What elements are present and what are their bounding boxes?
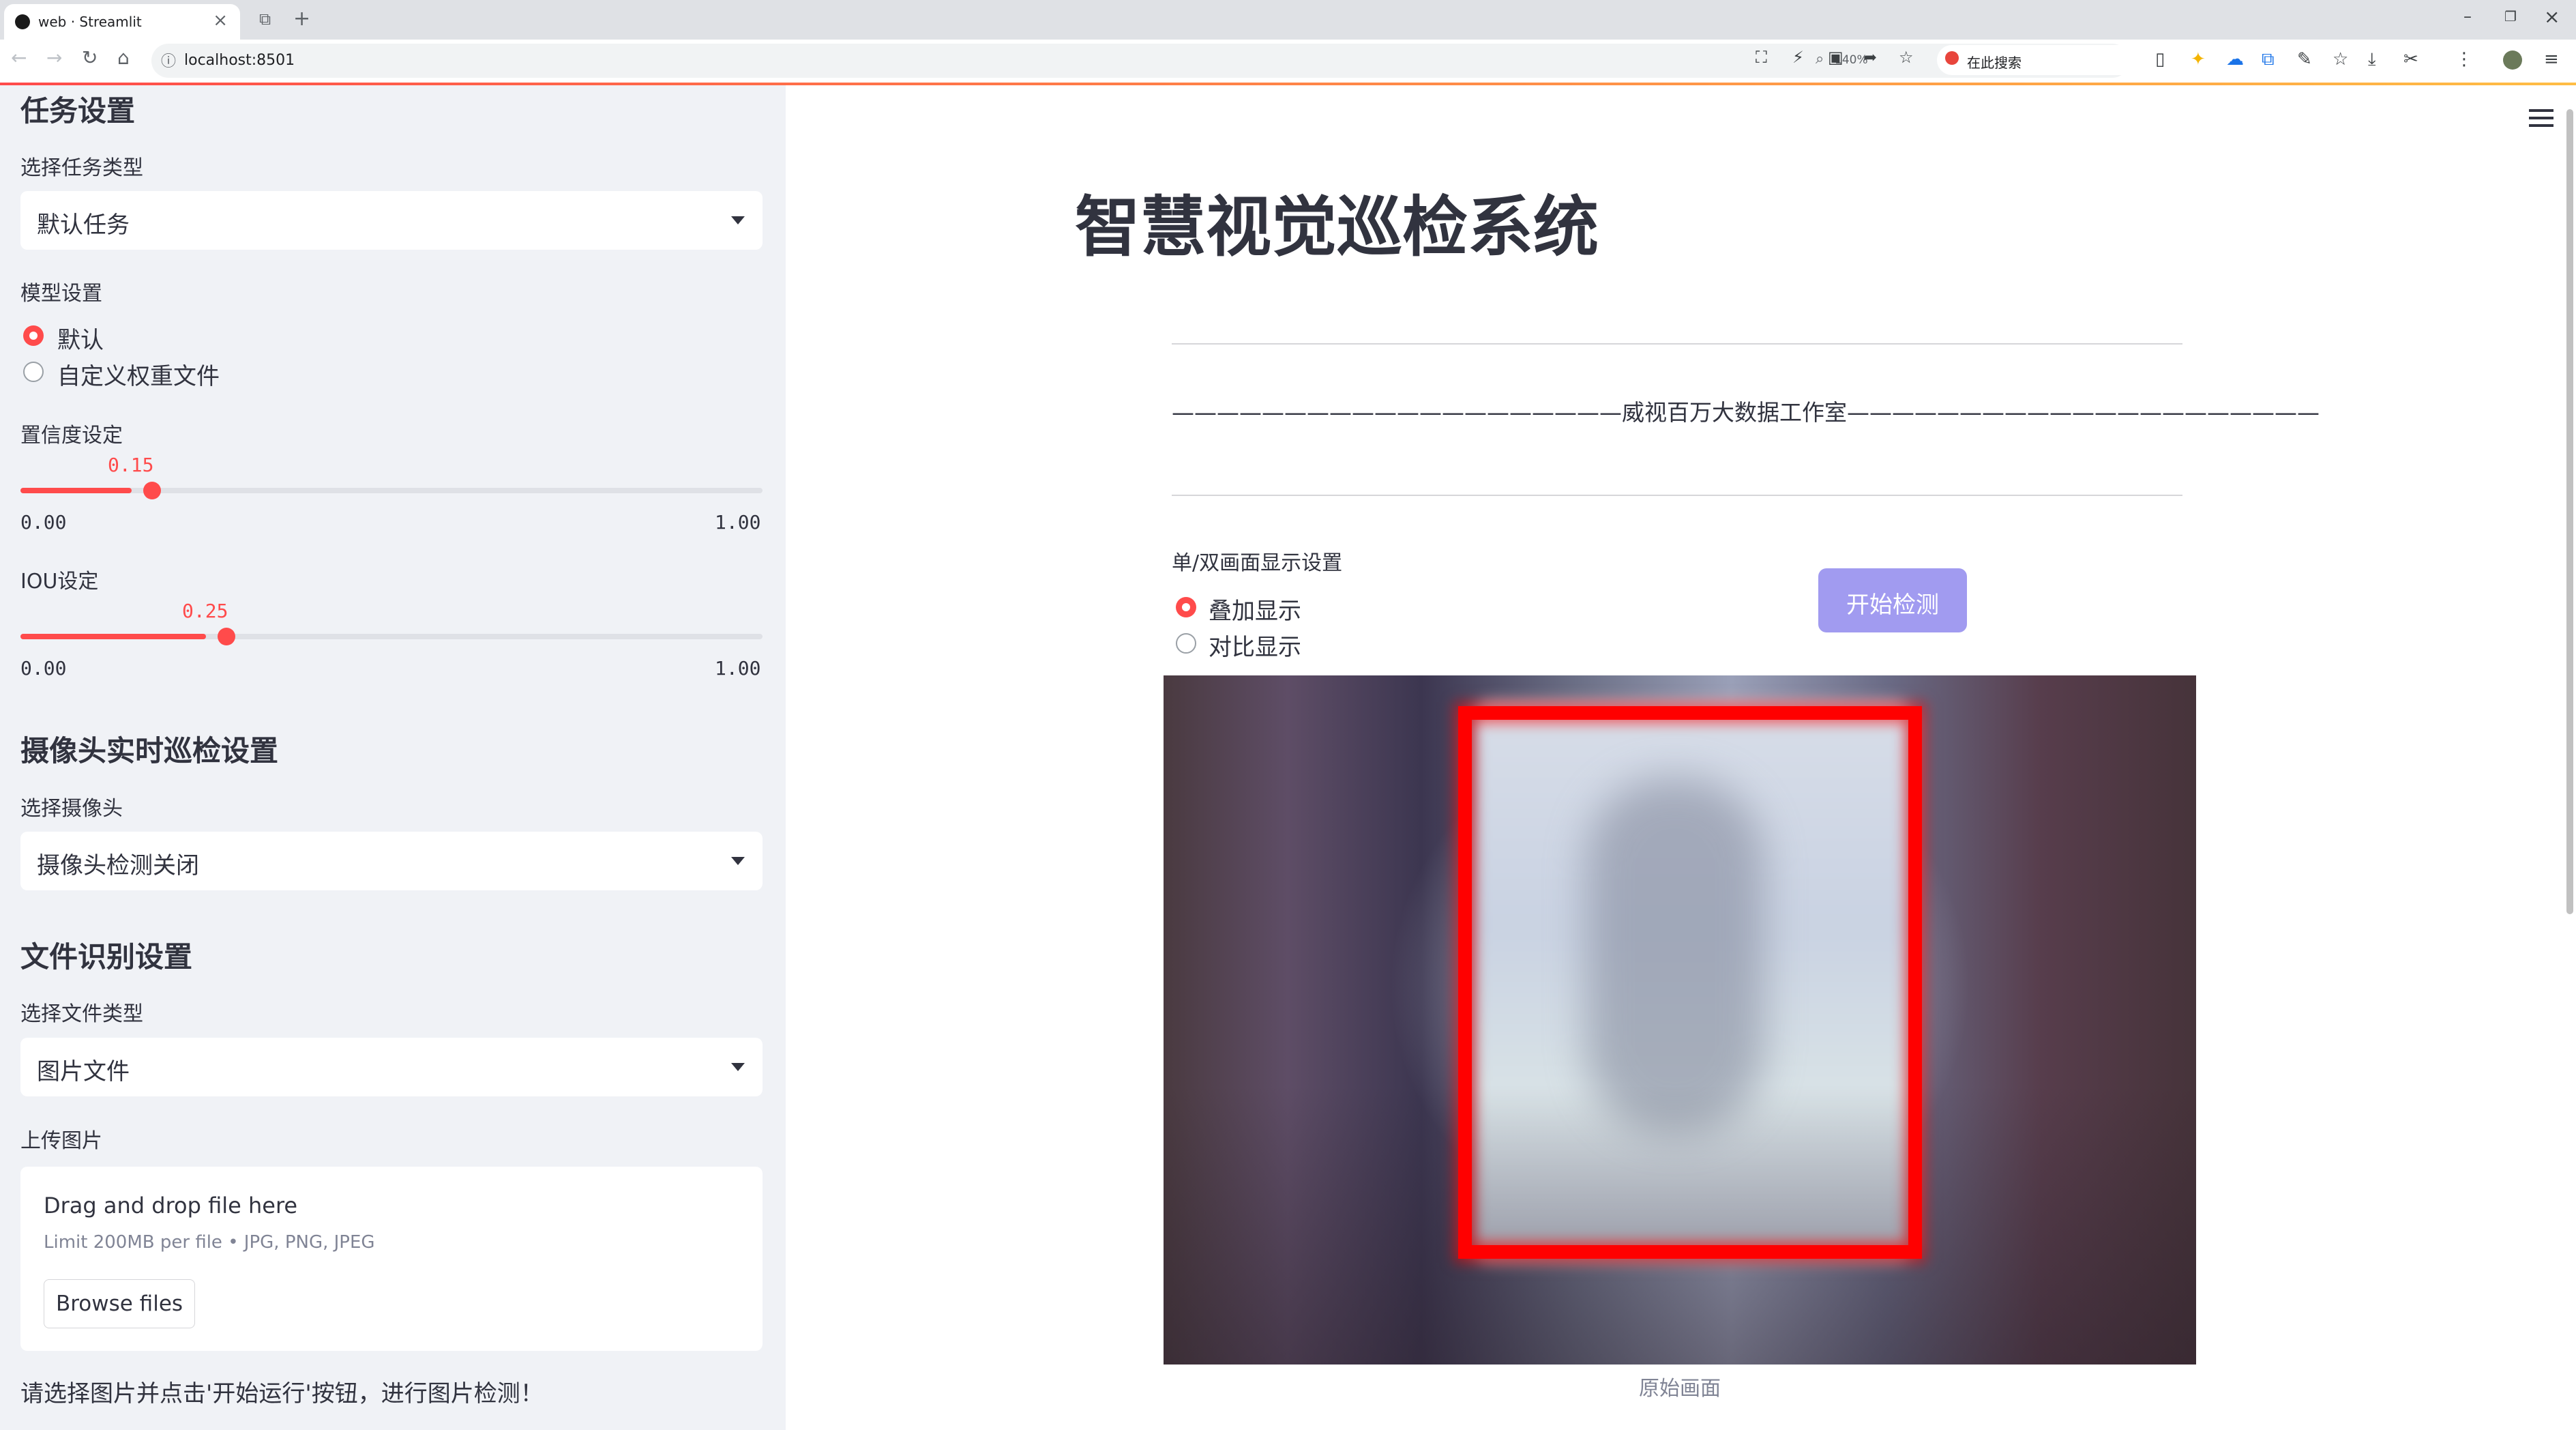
file-type-value: 图片文件 [37,1058,130,1085]
extension-pen-icon[interactable]: ✎ [2297,49,2312,70]
close-window-icon[interactable]: × [2544,5,2560,28]
scrollbar[interactable] [2566,109,2573,914]
dropzone-limit: Limit 200MB per file • JPG, PNG, JPEG [44,1232,375,1253]
profile-avatar[interactable] [2503,50,2522,70]
upload-hint: 请选择图片并点击'开始运行'按钮，进行图片检测！ [20,1380,544,1407]
browser-tab[interactable]: web · Streamlit × [4,4,240,40]
reload-icon[interactable]: ↻ [82,46,98,69]
share-icon[interactable]: ➦ [1863,48,1877,67]
browse-files-button[interactable]: Browse files [44,1279,195,1328]
overlay-display-label[interactable]: 叠加显示 [1209,592,1301,626]
browser-search-placeholder: 在此搜索 [1967,55,2022,71]
file-dropzone[interactable]: Drag and drop file here Limit 200MB per … [20,1167,763,1351]
start-detection-button[interactable]: 开始检测 [1818,568,1967,632]
camera-select-value: 摄像头检测关闭 [37,852,199,879]
home-icon[interactable]: ⌂ [117,46,130,69]
tab-groups-icon[interactable]: ⧉ [259,10,271,29]
detection-bounding-box [1458,706,1922,1259]
favorites-icon[interactable]: ☆ [2333,49,2348,70]
confidence-slider-thumb[interactable] [143,482,162,499]
iou-slider-thumb[interactable] [218,628,235,645]
chevron-down-icon [731,1063,745,1071]
iou-slider-fill [20,634,206,639]
task-type-select[interactable]: 默认任务 [20,191,763,250]
chevron-down-icon [731,216,745,224]
upload-label: 上传图片 [20,1129,102,1153]
confidence-max: 1.00 [715,511,761,534]
streamlit-favicon-icon [15,14,30,29]
camera-select[interactable]: 摄像头检测关闭 [20,832,763,890]
extension-star-icon[interactable]: ✦ [2191,49,2206,70]
reader-icon[interactable]: ▣ [1828,48,1844,67]
browser-menu-icon[interactable]: ≡ [2544,49,2559,70]
model-custom-label[interactable]: 自定义权重文件 [57,358,220,391]
confidence-label: 置信度设定 [20,424,123,448]
overlay-display-radio[interactable] [1176,597,1196,617]
download-icon[interactable]: ⤓ [2368,49,2376,70]
new-tab-icon[interactable]: + [293,7,310,31]
back-icon[interactable]: ← [11,46,27,69]
chevron-down-icon [731,857,745,865]
site-info-icon[interactable]: ⓘ [161,49,176,71]
compare-display-radio[interactable] [1176,633,1196,654]
bookmark-star-icon[interactable]: ☆ [1899,48,1914,67]
model-default-radio[interactable] [23,325,44,346]
task-settings-heading: 任务设置 [20,94,136,128]
studio-banner: ————————————————————威视百万大数据工作室——————————… [1172,399,2320,426]
task-type-label: 选择任务类型 [20,156,143,180]
camera-select-label: 选择摄像头 [20,797,123,821]
divider [1172,343,2182,345]
model-default-label[interactable]: 默认 [57,321,104,355]
model-custom-radio[interactable] [23,362,44,382]
minimize-icon[interactable]: – [2463,7,2472,26]
extension-translate-icon[interactable]: ⧉ [2262,49,2275,70]
lightning-icon[interactable]: ⚡ [1792,48,1804,67]
model-settings-label: 模型设置 [20,282,102,306]
zoom-icon[interactable]: ⌕ [1816,50,1824,68]
more-icon[interactable]: ⋮ [2455,49,2473,70]
confidence-slider-track[interactable] [20,488,763,493]
forward-icon[interactable]: → [46,46,62,69]
detection-image [1164,675,2196,1365]
browser-search-box[interactable]: 在此搜索 [1937,45,2142,75]
confidence-value: 0.15 [108,454,154,476]
compare-display-label[interactable]: 对比显示 [1209,628,1301,662]
phone-icon[interactable]: ▯ [2155,49,2165,70]
browser-tab-bar: web · Streamlit × ⧉ + – ❐ × [0,0,2576,40]
iou-max: 1.00 [715,657,761,680]
browse-files-label: Browse files [55,1292,183,1316]
dropzone-text: Drag and drop file here [44,1193,298,1219]
hamburger-menu-icon[interactable] [2529,109,2553,128]
task-type-value: 默认任务 [37,211,130,239]
divider [1172,495,2182,496]
search-engine-icon [1945,51,1959,65]
sidebar: 任务设置 选择任务类型 默认任务 模型设置 默认 自定义权重文件 置信度设定 0… [0,85,786,1430]
restore-icon[interactable]: ❐ [2504,8,2517,25]
browser-toolbar: ← → ↻ ⌂ ⓘ localhost:8501 ⌕ 140% ⛶ ⚡ ▣ ➦ … [0,40,2576,84]
file-type-select[interactable]: 图片文件 [20,1038,763,1096]
page-title: 智慧视觉巡检系统 [1075,189,1599,265]
file-settings-heading: 文件识别设置 [20,940,193,974]
url-text: localhost:8501 [184,52,295,69]
translate-icon[interactable]: ⛶ [1756,48,1767,67]
file-type-label: 选择文件类型 [20,1002,143,1026]
confidence-min: 0.00 [20,511,67,534]
iou-value: 0.25 [182,600,228,622]
iou-slider-track[interactable] [20,634,763,639]
close-tab-icon[interactable]: × [213,10,228,31]
start-detection-label: 开始检测 [1846,592,1939,619]
screenshot-icon[interactable]: ✂ [2403,49,2418,70]
confidence-slider-fill [20,488,132,493]
iou-min: 0.00 [20,657,67,680]
tab-title: web · Streamlit [38,14,142,30]
display-mode-label: 单/双画面显示设置 [1172,551,1343,575]
image-caption: 原始画面 [1639,1377,1721,1401]
iou-label: IOU设定 [20,570,99,594]
extension-cloud-icon[interactable]: ☁ [2226,49,2244,70]
camera-settings-heading: 摄像头实时巡检设置 [20,734,279,768]
